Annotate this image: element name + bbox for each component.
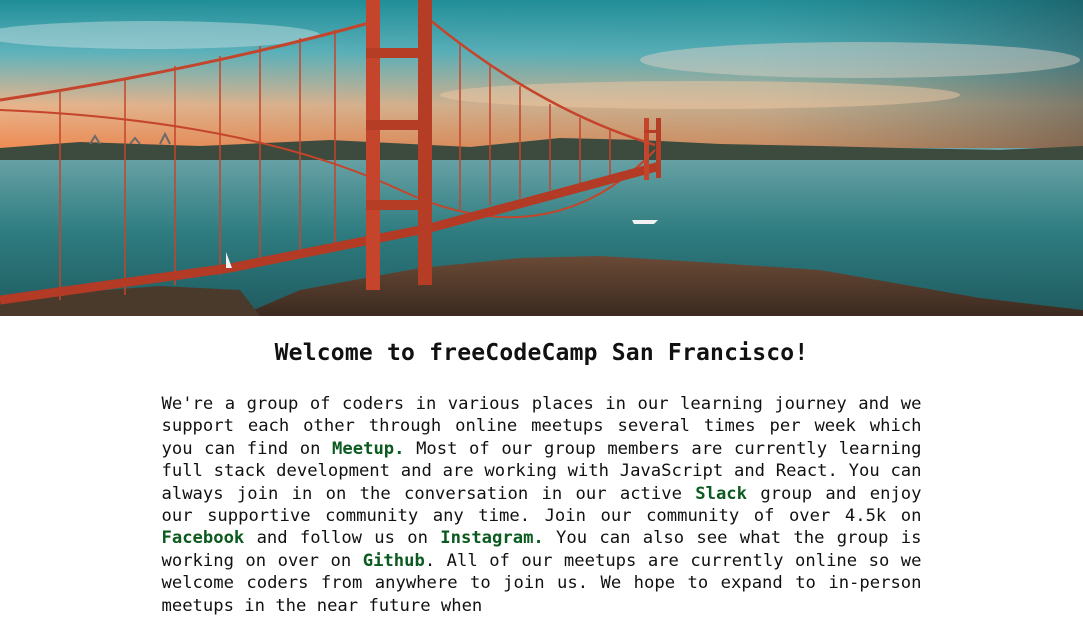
page-title: Welcome to freeCodeCamp San Francisco!	[274, 340, 809, 366]
golden-gate-bridge-photo	[0, 0, 1083, 316]
hero-image	[0, 0, 1083, 316]
intro-paragraph: We're a group of coders in various place…	[162, 393, 922, 617]
instagram-link[interactable]: Instagram.	[440, 528, 543, 548]
meetup-link[interactable]: Meetup.	[332, 439, 404, 459]
github-link[interactable]: Github	[363, 551, 425, 571]
slack-link[interactable]: Slack	[695, 484, 747, 504]
facebook-link[interactable]: Facebook	[162, 528, 245, 548]
intro-text: and follow us on	[244, 528, 441, 549]
